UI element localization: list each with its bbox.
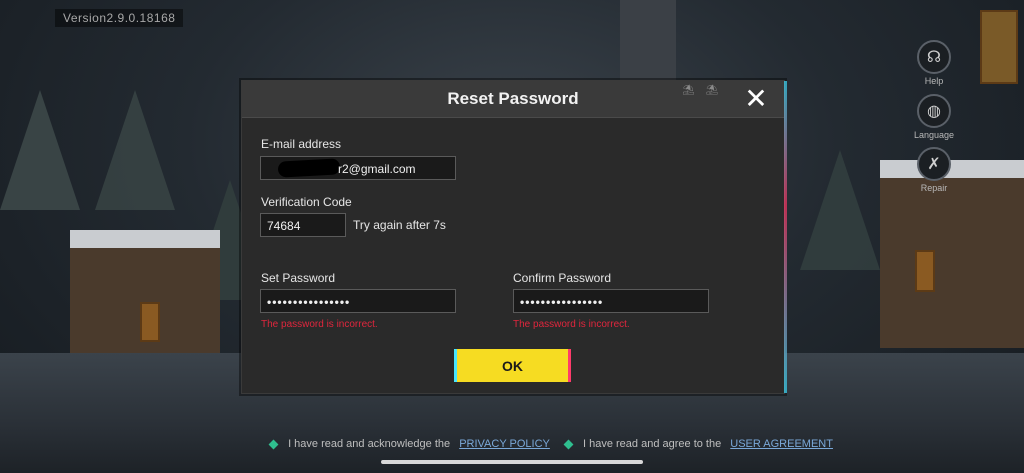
home-indicator[interactable] (381, 460, 643, 464)
agreement-text: I have read and agree to the (583, 438, 722, 450)
retry-countdown: Try again after 7s (353, 218, 446, 232)
close-icon[interactable]: ✕ (742, 85, 770, 113)
language-button[interactable]: ◍ Language (908, 94, 960, 140)
clock-tower (620, 0, 676, 80)
email-label: E-mail address (261, 137, 342, 151)
privacy-policy-link[interactable]: PRIVACY POLICY (459, 438, 550, 450)
set-password-label: Set Password (261, 271, 336, 285)
user-agreement-link[interactable]: USER AGREEMENT (730, 438, 833, 450)
verification-code-field[interactable]: 74684 (260, 213, 346, 237)
privacy-check-icon[interactable] (268, 439, 279, 450)
redaction-mark (277, 158, 341, 178)
snowy-tree (800, 150, 880, 270)
confirm-password-error: The password is incorrect. (513, 319, 630, 330)
dialog-header: ⛱ ⛱ Reset Password ✕ (242, 81, 784, 118)
set-password-error: The password is incorrect. (261, 319, 378, 330)
verification-code-label: Verification Code (261, 195, 352, 209)
dialog-title: Reset Password (447, 89, 579, 108)
language-label: Language (913, 130, 955, 140)
email-field[interactable]: r2@gmail.com (260, 156, 456, 180)
set-password-field[interactable]: •••••••••••••••• (260, 289, 456, 313)
repair-label: Repair (920, 183, 948, 193)
ok-button[interactable]: OK (457, 349, 568, 382)
help-label: Help (924, 76, 944, 86)
version-label: Version2.9.0.18168 (55, 9, 184, 27)
help-headset-icon: ☊ (917, 40, 951, 74)
confirm-password-label: Confirm Password (513, 271, 612, 285)
help-button[interactable]: ☊ Help (908, 40, 960, 86)
globe-icon: ◍ (917, 94, 951, 128)
reset-password-dialog: ⛱ ⛱ Reset Password ✕ E-mail address r2@g… (241, 80, 787, 394)
agreement-check-icon[interactable] (563, 439, 574, 450)
wrench-icon: ✗ (917, 147, 951, 181)
agreement-bar: I have read and acknowledge the PRIVACY … (268, 438, 845, 450)
cabin-window (915, 250, 935, 292)
snowy-tree (95, 90, 175, 210)
cabin-window (980, 10, 1018, 84)
privacy-text: I have read and acknowledge the (288, 438, 451, 450)
email-value: r2@gmail.com (338, 162, 416, 176)
repair-button[interactable]: ✗ Repair (908, 147, 960, 193)
snowy-tree (0, 90, 80, 210)
confirm-password-field[interactable]: •••••••••••••••• (513, 289, 709, 313)
cabin-window (140, 302, 160, 342)
